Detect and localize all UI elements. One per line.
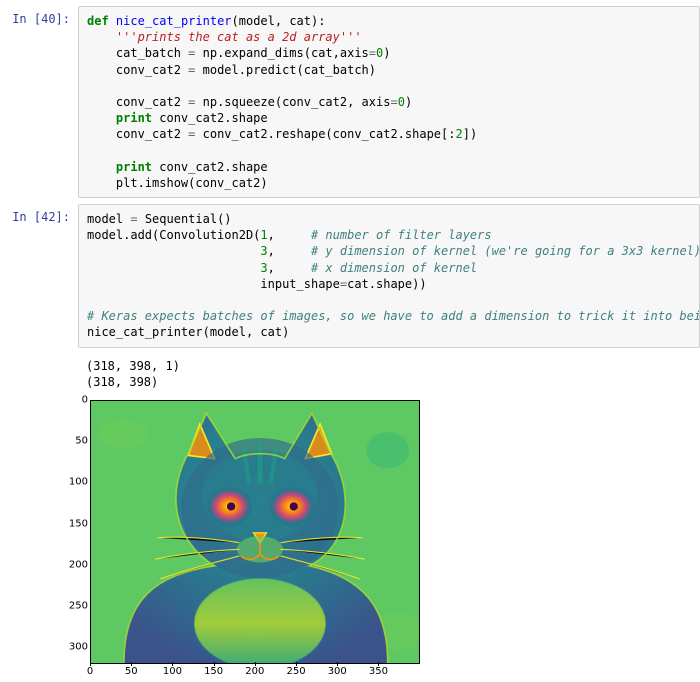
heatmap-image [91, 401, 419, 663]
x-tick-label: 0 [87, 666, 93, 677]
code-input[interactable]: def nice_cat_printer(model, cat): '''pri… [78, 6, 700, 198]
matplotlib-figure: 0 50 100 150 200 250 300 [90, 400, 450, 682]
input-prompt: In [40]: [0, 6, 78, 26]
y-tick-label: 100 [62, 477, 88, 488]
code-input[interactable]: model = Sequential() model.add(Convoluti… [78, 204, 700, 348]
plot-output: 0 50 100 150 200 250 300 [0, 400, 700, 682]
code-cell: In [42]: model = Sequential() model.add(… [0, 204, 700, 348]
y-tick-label: 150 [62, 518, 88, 529]
x-tick-label: 50 [125, 666, 138, 677]
x-axis-ticks: 0 50 100 150 200 250 300 350 [90, 666, 418, 682]
y-tick-label: 0 [62, 394, 88, 405]
output-prompt [0, 354, 78, 360]
stdout-line: (318, 398) [86, 375, 158, 389]
y-tick-label: 300 [62, 642, 88, 653]
input-prompt: In [42]: [0, 204, 78, 224]
x-tick-label: 300 [328, 666, 347, 677]
stdout: (318, 398, 1) (318, 398) [78, 354, 700, 394]
y-axis-ticks: 050100150200250300 [62, 400, 88, 662]
x-tick-label: 350 [369, 666, 388, 677]
x-tick-label: 200 [245, 666, 264, 677]
code-cell: In [40]: def nice_cat_printer(model, cat… [0, 6, 700, 198]
output-cell: (318, 398, 1) (318, 398) [0, 354, 700, 394]
x-tick-label: 100 [163, 666, 182, 677]
x-tick-label: 250 [286, 666, 305, 677]
stdout-line: (318, 398, 1) [86, 359, 180, 373]
plot-axes [90, 400, 420, 664]
y-tick-label: 200 [62, 559, 88, 570]
x-tick-label: 150 [204, 666, 223, 677]
y-tick-label: 50 [62, 436, 88, 447]
